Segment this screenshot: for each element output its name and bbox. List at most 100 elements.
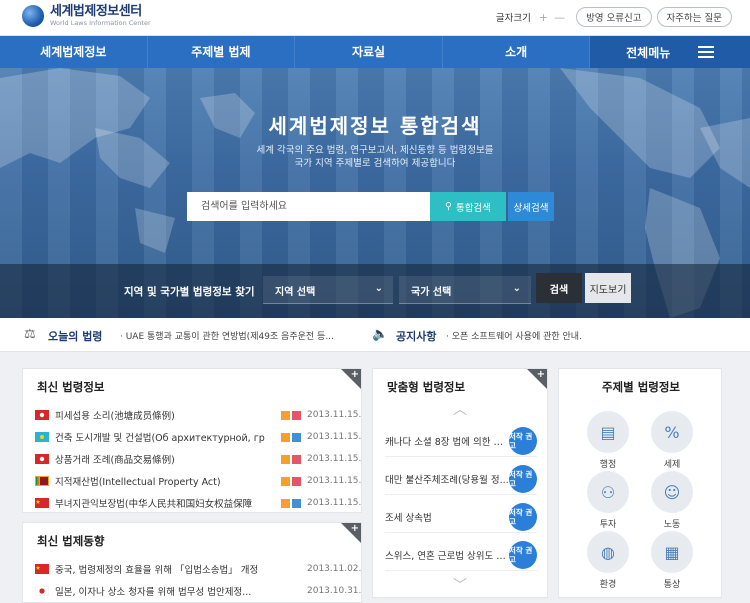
topic-label: 행정: [599, 460, 617, 470]
list-item[interactable]: 지적재산법(Intellectual Property Act) 2013.11…: [35, 471, 361, 491]
doc-badge-icon: [281, 476, 290, 486]
latest-laws-title: 최신 법령정보: [37, 380, 105, 394]
notice-text[interactable]: · 오픈 소프트웨어 사용에 관한 안내.: [446, 329, 646, 342]
chevron-down-icon: ⌄: [374, 283, 383, 294]
map-view-button[interactable]: 지도보기: [585, 273, 631, 303]
hero-subtitle-line1: 세계 각국의 주요 법령, 연구보고서, 제신동향 등 법령정보를: [256, 145, 494, 156]
row-title: 조세 상속법: [385, 512, 432, 524]
tax-icon: %: [651, 411, 693, 453]
doc-badge-icon: [281, 498, 290, 508]
globe-icon: ◍: [587, 531, 629, 573]
topic-investment[interactable]: ⚇ 투자: [577, 471, 639, 530]
faq-button[interactable]: 자주하는 질문: [656, 7, 732, 27]
doc-badge-icon: [281, 454, 290, 464]
doc-badge-icon: [281, 432, 290, 442]
latest-trends-title: 최신 법제동향: [37, 534, 105, 548]
plus-icon[interactable]: +: [351, 369, 359, 380]
row-title: 스위스, 연혼 근로법 상위도 바...: [385, 550, 509, 562]
topic-label: 노동: [663, 520, 681, 530]
topic-laws-title: 주제별 법령정보: [601, 380, 681, 394]
plus-icon[interactable]: +: [351, 523, 359, 534]
copyright-badge: 저작 권고: [509, 426, 537, 455]
row-title: 상품거래 조례(商品交易條例): [55, 455, 175, 466]
row-date: 2013.11.15.: [307, 410, 362, 420]
integrated-search-label: 통합검색: [456, 202, 491, 214]
nav-about[interactable]: 소개: [443, 36, 591, 68]
all-menu-button[interactable]: 전체메뉴: [590, 36, 750, 68]
region-select[interactable]: 지역 선택 ⌄: [263, 276, 393, 304]
list-item[interactable]: 피세섭용 소리(池塘成员條例) 2013.11.15.: [35, 405, 362, 425]
search-icon: ⚲: [445, 201, 452, 212]
list-item[interactable]: 대만 불산주체조례(당용월 정... 저작 권고: [385, 463, 537, 495]
flag-china-icon: [35, 564, 49, 574]
row-date: 2013.11.15.: [307, 498, 362, 508]
document-icon: ▤: [587, 411, 629, 453]
hero-title: 세계법제정보 통합검색: [268, 114, 482, 138]
hero-subtitle-line2: 국가 지역 주제별로 검색하여 제공합니다: [294, 158, 456, 169]
doc-badge-icon: [281, 410, 290, 420]
doc-badge-icon: [292, 454, 301, 464]
topic-label: 환경: [599, 580, 617, 590]
topic-trade[interactable]: ▦ 통상: [641, 531, 703, 590]
flag-srilanka-icon: [35, 476, 49, 486]
nav-archive[interactable]: 자료실: [295, 36, 443, 68]
latest-laws-panel: 최신 법령정보 + 피세섭용 소리(池塘成员條例) 2013.11.15. 건축…: [22, 368, 362, 513]
site-logo[interactable]: 세계법제정보센터 World Laws Information Center: [22, 5, 151, 27]
top-header: 세계법제정보센터 World Laws Information Center 글…: [0, 0, 750, 36]
hero-search-banner: 세계법제정보 통합검색 세계 각국의 주요 법령, 연구보고서, 제신동향 등 …: [0, 68, 750, 318]
logo-korean-text: 세계법제정보센터: [50, 4, 142, 19]
nav-topic-laws[interactable]: 주제별 법제: [148, 36, 296, 68]
list-item[interactable]: 중국, 법령제정의 효율을 위해 「입법소송법」 개정 2013.11.02.: [35, 559, 361, 579]
detail-search-button[interactable]: 상세검색: [508, 192, 554, 221]
all-menu-label: 전체메뉴: [626, 45, 671, 60]
search-input[interactable]: [187, 192, 430, 221]
topic-label: 통상: [663, 580, 681, 590]
flag-hongkong-icon: [35, 454, 49, 464]
row-title: 중국, 법령제정의 효율을 위해 「입법소송법」 개정: [55, 565, 259, 576]
ticker-bar: ⚖ 오늘의 법령 · UAE 통행과 교통이 관한 연방법(제49조 음주운전 …: [0, 318, 750, 352]
scroll-up-chevron-icon[interactable]: ︿: [373, 399, 547, 419]
logo-english-text: World Laws Information Center: [50, 19, 151, 27]
row-title: 건축 도시개발 및 건설법(Об архитектурной, гр: [55, 433, 265, 444]
plus-icon[interactable]: +: [537, 369, 545, 380]
flag-hongkong-icon: [35, 410, 49, 420]
font-size-label: 글자크기: [495, 13, 531, 24]
list-item[interactable]: 캐나다 소셜 8장 법에 의한 요신청... 저작 권고: [385, 425, 537, 457]
row-title: 일본, 이자나 상소 청자를 위해 법무성 법안제정...: [55, 587, 252, 598]
integrated-search-button[interactable]: ⚲ 통합검색: [430, 192, 506, 221]
region-select-value: 지역 선택: [275, 287, 316, 298]
doc-badge-icon: [292, 498, 301, 508]
row-title: 피세섭용 소리(池塘成员條例): [55, 411, 175, 422]
topic-environment[interactable]: ◍ 환경: [577, 531, 639, 590]
latest-trends-panel: 최신 법제동향 + 중국, 법령제정의 효율을 위해 「입법소송법」 개정 20…: [22, 522, 362, 603]
row-title: 대만 불산주체조례(당용월 정...: [385, 474, 509, 486]
topic-labor[interactable]: ☺ 노동: [641, 471, 703, 530]
topic-tax[interactable]: % 세제: [641, 411, 703, 470]
scroll-down-chevron-icon[interactable]: ﹀: [373, 575, 547, 595]
zoom-in-button[interactable]: +: [539, 11, 548, 24]
flag-japan-icon: [35, 586, 49, 596]
region-search-button[interactable]: 검색: [536, 273, 582, 303]
nav-world-laws[interactable]: 세계법제정보: [0, 36, 148, 68]
notice-title: 공지사항: [396, 330, 437, 343]
zoom-out-button[interactable]: —: [554, 11, 565, 24]
error-report-button[interactable]: 방영 오류신고: [576, 7, 652, 27]
list-item[interactable]: 건축 도시개발 및 건설법(Об архитектурной, гр 2013.…: [35, 427, 361, 447]
list-item[interactable]: 일본, 이자나 상소 청자를 위해 법무성 법안제정... 2013.10.31…: [35, 581, 361, 601]
list-item[interactable]: 조세 상속법 저작 권고: [385, 501, 537, 533]
topic-laws-panel: 주제별 법령정보 ▤ 행정 % 세제 ⚇ 투자 ☺ 노동 ◍ 환경 ▦ 통상: [558, 368, 722, 598]
doc-badge-icon: [292, 432, 301, 442]
topic-label: 세제: [663, 460, 681, 470]
globe-logo-icon: [22, 5, 44, 27]
country-select-value: 국가 선택: [411, 287, 452, 298]
gavel-icon: ⚖: [24, 327, 36, 342]
list-item[interactable]: 스위스, 연혼 근로법 상위도 바... 저작 권고: [385, 539, 537, 571]
today-law-text[interactable]: · UAE 통행과 교통이 관한 연방법(제49조 음주운전 등...: [120, 329, 340, 342]
doc-badge-icon: [292, 410, 301, 420]
flag-china-icon: [35, 498, 49, 508]
list-item[interactable]: 상품거래 조례(商品交易條例) 2013.11.15.: [35, 449, 361, 469]
topic-administration[interactable]: ▤ 행정: [577, 411, 639, 470]
chevron-down-icon: ⌄: [512, 283, 521, 294]
list-item[interactable]: 부녀지관익보장법(中华人民共和国妇女权益保障 2013.11.15.: [35, 493, 362, 513]
country-select[interactable]: 국가 선택 ⌄: [399, 276, 531, 304]
